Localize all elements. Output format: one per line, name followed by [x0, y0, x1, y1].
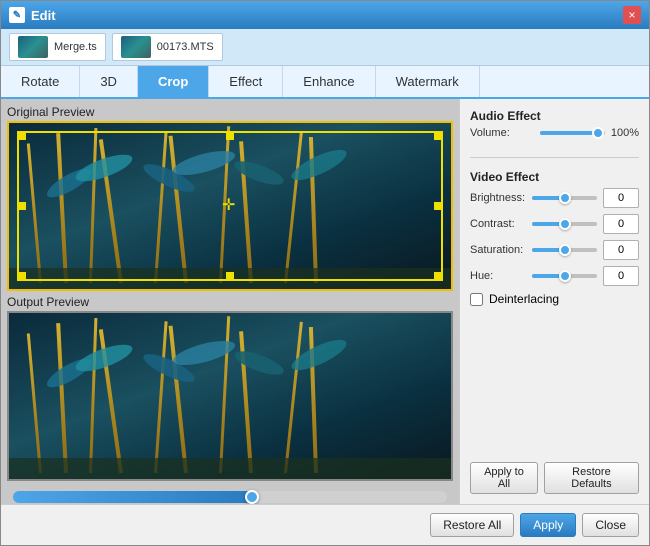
tab-crop[interactable]: Crop: [138, 66, 209, 97]
file-name-mts: 00173.MTS: [157, 41, 214, 53]
original-preview-label: Original Preview: [7, 105, 453, 119]
deinterlacing-checkbox[interactable]: [470, 293, 483, 306]
deinterlacing-label: Deinterlacing: [489, 292, 559, 306]
timeline-progress: [13, 491, 252, 503]
saturation-row: Saturation:: [470, 240, 639, 260]
output-video-svg: [9, 313, 451, 479]
window-title: Edit: [31, 8, 623, 23]
preview-area: Original Preview: [1, 99, 459, 504]
hue-handle[interactable]: [559, 270, 571, 282]
original-preview-video: ✛: [7, 121, 453, 291]
hue-input[interactable]: [603, 266, 639, 286]
app-icon: ✎: [9, 7, 25, 23]
volume-slider-handle-wide[interactable]: [592, 127, 604, 139]
hue-row: Hue:: [470, 266, 639, 286]
tab-bar: Rotate 3D Crop Effect Enhance Watermark: [1, 66, 649, 99]
saturation-handle[interactable]: [559, 244, 571, 256]
volume-label: Volume:: [470, 127, 534, 139]
file-item-mts[interactable]: 00173.MTS: [112, 33, 223, 61]
divider-1: [470, 157, 639, 158]
title-bar: ✎ Edit ×: [1, 1, 649, 29]
output-preview-section: Output Preview: [7, 295, 453, 481]
brightness-slider[interactable]: [532, 196, 597, 200]
edit-window: ✎ Edit × Merge.ts 00173.MTS Rotate 3D Cr…: [0, 0, 650, 546]
brightness-handle[interactable]: [559, 192, 571, 204]
timeline-bar[interactable]: [13, 491, 447, 503]
right-panel: Audio Effect Volume: 100% Video Effect B…: [459, 99, 649, 504]
saturation-label: Saturation:: [470, 244, 526, 256]
video-effect-section: Video Effect Brightness: Contrast:: [470, 170, 639, 306]
file-thumb-mts: [121, 36, 151, 58]
output-preview-video: [7, 311, 453, 481]
brightness-row: Brightness:: [470, 188, 639, 208]
apply-button[interactable]: Apply: [520, 513, 576, 537]
main-area: Original Preview: [1, 99, 649, 504]
volume-row: Volume: 100%: [470, 127, 639, 139]
deinterlacing-row: Deinterlacing: [470, 292, 639, 306]
volume-pct: 100%: [611, 127, 639, 139]
file-item-merge[interactable]: Merge.ts: [9, 33, 106, 61]
hue-label: Hue:: [470, 270, 526, 282]
timeline-container: [7, 485, 453, 504]
apply-to-all-button[interactable]: Apply to All: [470, 462, 538, 494]
tab-effect[interactable]: Effect: [209, 66, 283, 97]
volume-slider-fill-wide: [540, 131, 598, 135]
tab-rotate[interactable]: Rotate: [1, 66, 80, 97]
file-bar: Merge.ts 00173.MTS: [1, 29, 649, 66]
file-thumb-merge: [18, 36, 48, 58]
bottom-buttons: Restore All Apply Close: [1, 504, 649, 545]
close-button[interactable]: ×: [623, 6, 641, 24]
saturation-input[interactable]: [603, 240, 639, 260]
volume-slider-wide[interactable]: [540, 131, 604, 135]
output-video-content: [9, 313, 451, 479]
timeline-handle[interactable]: [245, 490, 259, 504]
tab-watermark[interactable]: Watermark: [376, 66, 480, 97]
restore-all-button[interactable]: Restore All: [430, 513, 514, 537]
hue-slider[interactable]: [532, 274, 597, 278]
brightness-input[interactable]: [603, 188, 639, 208]
panel-bottom-buttons: Apply to All Restore Defaults: [470, 454, 639, 494]
output-preview-label: Output Preview: [7, 295, 453, 309]
close-button-bottom[interactable]: Close: [582, 513, 639, 537]
contrast-handle[interactable]: [559, 218, 571, 230]
crop-center-marker: ✛: [222, 198, 238, 214]
audio-effect-section: Audio Effect Volume: 100%: [470, 109, 639, 145]
tab-enhance[interactable]: Enhance: [283, 66, 375, 97]
tab-3d[interactable]: 3D: [80, 66, 138, 97]
brightness-label: Brightness:: [470, 192, 526, 204]
contrast-row: Contrast:: [470, 214, 639, 234]
saturation-slider[interactable]: [532, 248, 597, 252]
contrast-slider[interactable]: [532, 222, 597, 226]
file-name-merge: Merge.ts: [54, 41, 97, 53]
contrast-input[interactable]: [603, 214, 639, 234]
audio-effect-title: Audio Effect: [470, 109, 639, 123]
contrast-label: Contrast:: [470, 218, 526, 230]
video-effect-title: Video Effect: [470, 170, 639, 184]
original-preview-section: Original Preview: [7, 105, 453, 291]
restore-defaults-button[interactable]: Restore Defaults: [544, 462, 639, 494]
